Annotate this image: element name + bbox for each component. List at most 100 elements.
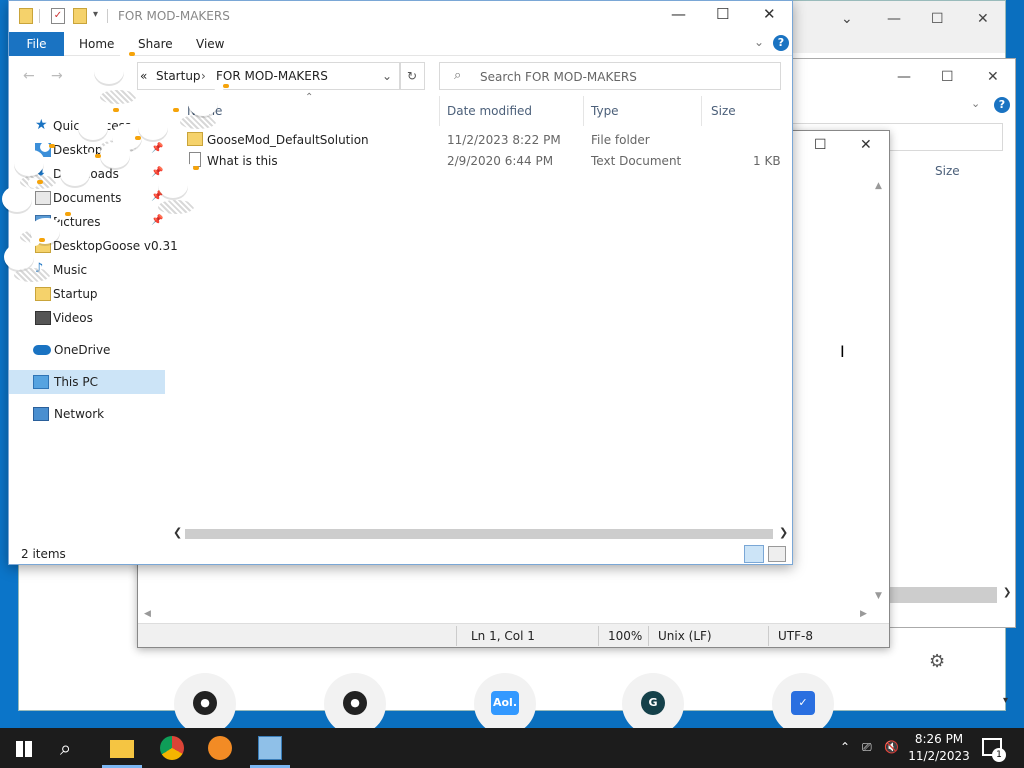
- pin-icon[interactable]: 📌: [151, 143, 163, 154]
- table-row[interactable]: What is this 2/9/2020 6:44 PM Text Docum…: [185, 151, 785, 171]
- search-input[interactable]: ⌕ Search FOR MOD-MAKERS: [439, 62, 781, 90]
- column-size[interactable]: Size: [935, 164, 960, 178]
- horizontal-scrollbar[interactable]: ❮ ❯: [169, 526, 789, 542]
- scroll-right-icon[interactable]: ❯: [779, 526, 788, 539]
- file-list: ⌃ Name Date modified Type Size GooseMod_…: [169, 92, 789, 526]
- goose-icon[interactable]: [100, 134, 141, 168]
- tab-file[interactable]: File: [9, 32, 64, 56]
- goose-icon[interactable]: [78, 106, 119, 140]
- chevron-down-icon[interactable]: ⌄: [841, 11, 853, 27]
- scroll-down-icon[interactable]: ▾: [1003, 695, 1008, 706]
- notification-center-icon[interactable]: 1: [982, 738, 1006, 762]
- scroll-left-icon[interactable]: ❮: [173, 526, 182, 539]
- volume-muted-icon[interactable]: 🔇: [884, 740, 899, 754]
- breadcrumb-startup[interactable]: Startup: [156, 69, 201, 83]
- column-size[interactable]: Size: [711, 104, 736, 118]
- shortcut-grammarly[interactable]: G: [622, 673, 684, 735]
- refresh-button[interactable]: ↻: [399, 62, 425, 90]
- chevron-down-icon[interactable]: ⌄: [382, 69, 392, 83]
- properties-icon[interactable]: ✓: [51, 8, 65, 24]
- maximize-icon[interactable]: ☐: [716, 5, 729, 23]
- scroll-up-icon[interactable]: ▲: [875, 181, 882, 191]
- maximize-icon[interactable]: ☐: [941, 69, 954, 85]
- file-name: What is this: [207, 154, 278, 168]
- minimize-icon[interactable]: —: [671, 5, 686, 23]
- network-icon[interactable]: ⎚: [862, 740, 872, 755]
- line-ending: Unix (LF): [658, 629, 712, 643]
- goose-icon[interactable]: [60, 152, 101, 186]
- gear-icon[interactable]: ⚙: [929, 651, 945, 672]
- chevron-down-icon[interactable]: ⌄: [754, 35, 764, 49]
- new-folder-icon[interactable]: [73, 8, 87, 24]
- details-view-icon[interactable]: [744, 545, 765, 563]
- shortcut-github-1[interactable]: ●: [174, 673, 236, 735]
- column-type[interactable]: Type: [591, 104, 619, 118]
- shortcut-shield[interactable]: ✓: [772, 673, 834, 735]
- clock-time: 8:26 PM: [914, 732, 964, 746]
- back-arrow-icon[interactable]: ←: [23, 68, 35, 84]
- divider: [583, 96, 584, 126]
- chevron-down-icon[interactable]: ⌄: [971, 97, 980, 110]
- goose-icon[interactable]: [188, 82, 229, 116]
- nav-onedrive[interactable]: OneDrive: [9, 338, 165, 362]
- scroll-right-icon[interactable]: ▶: [860, 609, 867, 619]
- table-row[interactable]: GooseMod_DefaultSolution 11/2/2023 8:22 …: [185, 130, 785, 150]
- vertical-scrollbar[interactable]: ▲ ▼: [873, 181, 887, 601]
- nav-videos[interactable]: Videos: [9, 306, 165, 330]
- minimize-icon[interactable]: —: [897, 69, 911, 85]
- goose-icon[interactable]: [138, 106, 179, 140]
- scroll-down-icon[interactable]: ▼: [875, 591, 882, 601]
- scrollbar-thumb[interactable]: [185, 529, 773, 539]
- close-icon[interactable]: ✕: [977, 11, 989, 27]
- taskbar-chrome[interactable]: [148, 728, 196, 768]
- divider: [456, 626, 457, 646]
- nav-label: Music: [53, 263, 88, 277]
- tab-share[interactable]: Share: [138, 37, 173, 51]
- goose-icon[interactable]: [4, 236, 45, 270]
- folder-icon: [110, 740, 134, 758]
- customize-quick-access-icon[interactable]: ▾: [93, 9, 98, 20]
- goose-icon[interactable]: [2, 178, 43, 212]
- nav-documents[interactable]: Documents 📌: [9, 186, 165, 210]
- minimize-icon[interactable]: —: [887, 11, 901, 27]
- taskbar-browser[interactable]: [196, 728, 244, 768]
- close-icon[interactable]: ✕: [987, 69, 999, 85]
- start-button[interactable]: [0, 728, 48, 768]
- column-date-modified[interactable]: Date modified: [447, 104, 532, 118]
- shield-icon: ✓: [791, 691, 815, 715]
- tab-view[interactable]: View: [196, 37, 224, 51]
- help-icon[interactable]: ?: [994, 97, 1010, 113]
- scroll-right-icon[interactable]: ❯: [1003, 587, 1011, 598]
- nav-network[interactable]: Network: [9, 402, 165, 426]
- clock[interactable]: 8:26 PM 11/2/2023: [908, 731, 970, 765]
- breadcrumb-overflow-icon[interactable]: «: [140, 69, 147, 83]
- folder-icon: [19, 8, 33, 24]
- notification-count: 1: [992, 748, 1006, 762]
- grammarly-icon: G: [641, 691, 665, 715]
- address-bar[interactable]: « Startup › FOR MOD-MAKERS ⌄: [137, 62, 401, 90]
- search-button[interactable]: ⌕: [48, 728, 96, 768]
- nav-this-pc[interactable]: This PC: [9, 370, 165, 394]
- goose-icon[interactable]: [14, 142, 55, 176]
- large-icons-view-icon[interactable]: [768, 546, 786, 562]
- scroll-left-icon[interactable]: ◀: [144, 609, 151, 619]
- help-icon[interactable]: ?: [773, 35, 789, 51]
- goose-icon[interactable]: [94, 50, 135, 84]
- github-icon: ●: [193, 691, 217, 715]
- tab-home[interactable]: Home: [79, 37, 114, 51]
- forward-arrow-icon[interactable]: →: [51, 68, 63, 84]
- close-icon[interactable]: ✕: [860, 137, 872, 153]
- shortcut-github-2[interactable]: ●: [324, 673, 386, 735]
- goose-icon[interactable]: [158, 164, 199, 198]
- chevron-up-icon[interactable]: ⌃: [840, 740, 850, 754]
- maximize-icon[interactable]: ☐: [814, 137, 827, 153]
- maximize-icon[interactable]: ☐: [931, 11, 944, 27]
- taskbar-notepad[interactable]: [246, 728, 294, 768]
- close-icon[interactable]: ✕: [763, 5, 776, 23]
- shortcut-aol[interactable]: Aol.: [474, 673, 536, 735]
- goose-shadow: [14, 268, 50, 282]
- taskbar-file-explorer[interactable]: [98, 728, 146, 768]
- nav-startup[interactable]: Startup: [9, 282, 165, 306]
- breadcrumb-current[interactable]: FOR MOD-MAKERS: [216, 69, 328, 83]
- pin-icon[interactable]: 📌: [151, 215, 163, 226]
